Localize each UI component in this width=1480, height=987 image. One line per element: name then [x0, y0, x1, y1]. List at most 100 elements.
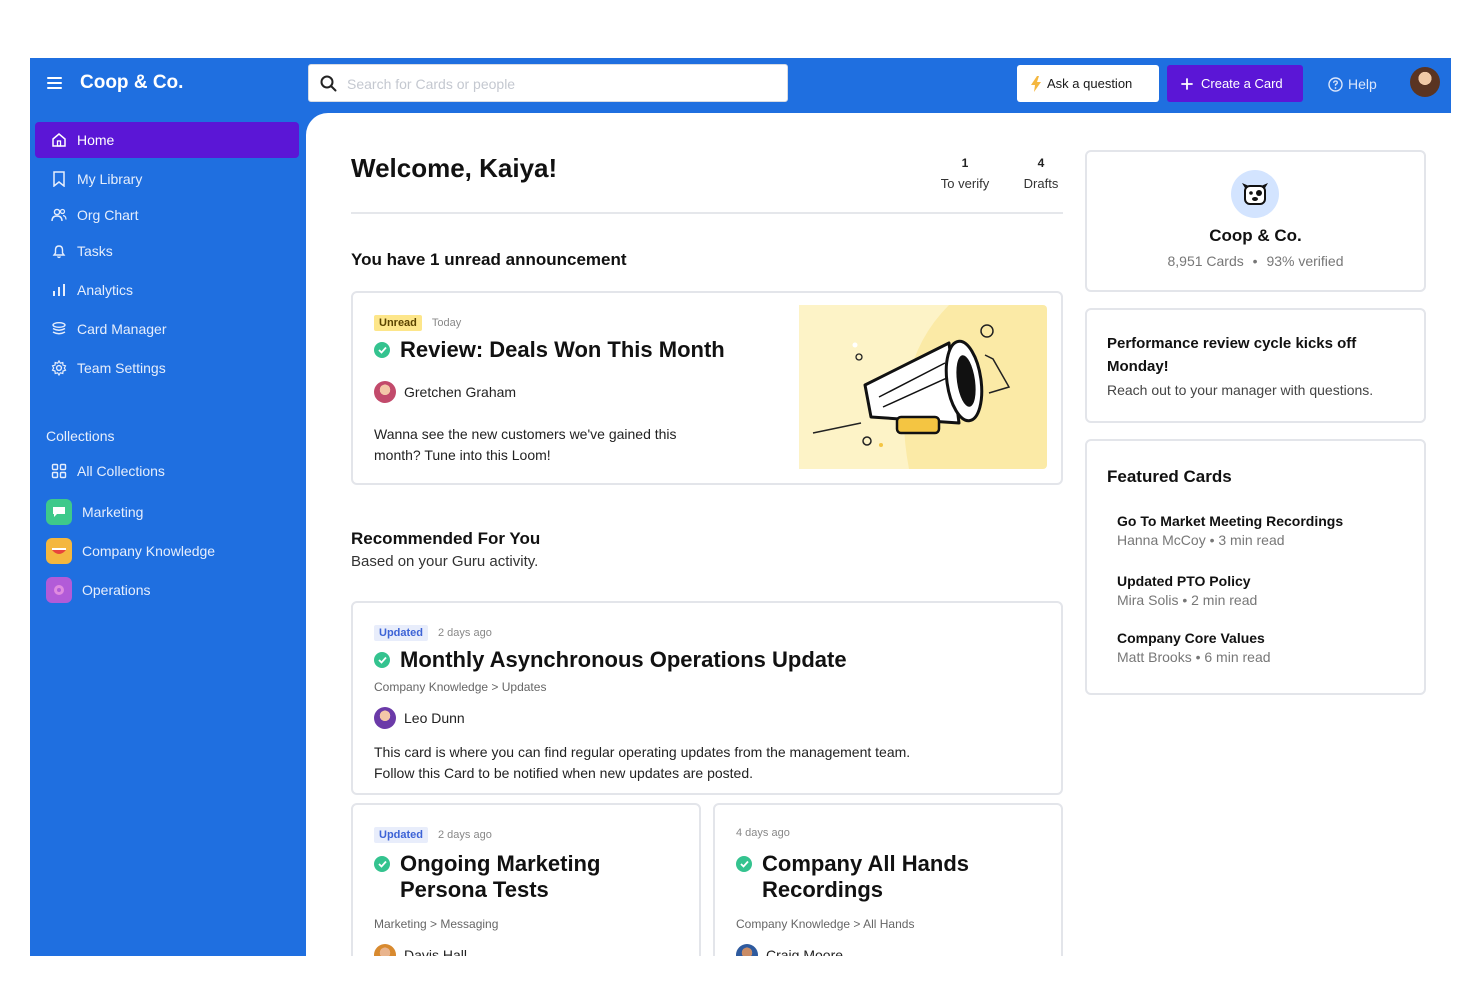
sidebar-item-analytics[interactable]: Analytics [35, 272, 299, 308]
create-card-label: Create a Card [1201, 76, 1283, 91]
search-icon [320, 75, 337, 92]
card-time: 2 days ago [438, 829, 492, 841]
card-title-line: Ongoing Marketing [400, 851, 601, 876]
menu-icon[interactable] [47, 77, 62, 89]
org-name: Coop & Co. [1209, 226, 1302, 245]
grid-icon [51, 463, 67, 479]
author-name: Davis Hall [404, 947, 468, 956]
bookmark-icon [51, 171, 67, 187]
card-title-line: Company All Hands [762, 851, 969, 876]
sidebar-item-label: Analytics [77, 282, 134, 298]
card-meta: Updated 2 days ago [374, 827, 492, 843]
sidebar-item-card-manager[interactable]: Card Manager [35, 311, 299, 347]
plus-icon [1181, 77, 1193, 90]
sidebar-item-all-collections[interactable]: All Collections [35, 453, 299, 489]
featured-card-meta: Hanna McCoy • 3 min read [1117, 532, 1285, 548]
announcement-banner-body: Reach out to your manager with questions… [1107, 382, 1374, 398]
sidebar-item-label: My Library [77, 171, 143, 187]
verified-check-icon [374, 856, 390, 872]
card-time: 4 days ago [736, 827, 790, 839]
sidebar-item-home[interactable]: Home [35, 122, 299, 158]
dog-icon [1242, 183, 1268, 205]
card-meta: 4 days ago [736, 827, 790, 839]
card-meta: Updated 2 days ago [374, 625, 492, 641]
author-name: Gretchen Graham [404, 384, 517, 400]
author-avatar [736, 944, 758, 956]
recommended-card[interactable]: Updated 2 days ago Monthly Asynchronous … [351, 601, 1063, 795]
ask-question-button[interactable]: Ask a question [1017, 65, 1159, 102]
announcement-heading: You have 1 unread announcement [351, 250, 627, 269]
sidebar-item-org-chart[interactable]: Org Chart [35, 197, 299, 233]
stat-label: To verify [940, 176, 990, 191]
card-title[interactable]: Review: Deals Won This Month [374, 337, 725, 363]
card-title-text: Company All Hands Recordings [762, 851, 969, 903]
verified-check-icon [736, 856, 752, 872]
sidebar-item-team-settings[interactable]: Team Settings [35, 350, 299, 386]
featured-cards-heading: Featured Cards [1107, 467, 1232, 486]
gear-icon [51, 360, 67, 376]
card-title-text: Ongoing Marketing Persona Tests [400, 851, 600, 903]
org-card[interactable]: Coop & Co. 8,951 Cards • 93% verified [1085, 150, 1426, 292]
featured-card-meta: Mira Solis • 2 min read [1117, 592, 1258, 608]
sidebar-item-label: Team Settings [77, 360, 166, 376]
card-breadcrumb[interactable]: Company Knowledge > Updates [374, 680, 546, 694]
card-title[interactable]: Company All Hands Recordings [736, 851, 969, 903]
announcement-card[interactable]: Unread Today Review: Deals Won This Mont… [351, 291, 1063, 485]
featured-card-title: Go To Market Meeting Recordings [1117, 513, 1344, 529]
card-title[interactable]: Ongoing Marketing Persona Tests [374, 851, 600, 903]
card-breadcrumb[interactable]: Company Knowledge > All Hands [736, 917, 914, 931]
sidebar-item-label: Operations [82, 582, 151, 598]
sidebar-item-operations[interactable]: Operations [35, 572, 299, 608]
search-box[interactable] [308, 64, 788, 102]
megaphone-illustration [799, 305, 1047, 469]
featured-cards-panel: Featured Cards Go To Market Meeting Reco… [1085, 439, 1426, 695]
user-avatar[interactable] [1410, 67, 1440, 97]
sidebar-item-label: Tasks [77, 243, 113, 259]
sidebar-item-company-knowledge[interactable]: Company Knowledge [35, 533, 299, 569]
sidebar-item-my-library[interactable]: My Library [35, 161, 299, 197]
card-description-line: This card is where you can find regular … [374, 744, 911, 760]
recommended-card[interactable]: 4 days ago Company All Hands Recordings C… [713, 803, 1063, 956]
card-author[interactable]: Gretchen Graham [374, 381, 516, 403]
app-window: Coop & Co. Ask a question Create a Card … [30, 58, 1451, 956]
header-divider [351, 212, 1063, 214]
page-title: Welcome, Kaiya! [351, 153, 558, 183]
card-description: This card is where you can find regular … [374, 742, 910, 784]
stat-drafts[interactable]: 4 Drafts [1018, 156, 1064, 191]
create-card-button[interactable]: Create a Card [1167, 65, 1303, 102]
featured-card-item[interactable]: Updated PTO Policy Mira Solis • 2 min re… [1117, 573, 1257, 608]
sidebar-item-label: Org Chart [77, 207, 139, 223]
card-author[interactable]: Craig Moore [736, 944, 843, 956]
sidebar-item-label: Card Manager [77, 321, 167, 337]
org-stats: 8,951 Cards • 93% verified [1087, 253, 1424, 269]
verified-check-icon [374, 342, 390, 358]
sidebar-item-marketing[interactable]: Marketing [35, 494, 299, 530]
card-breadcrumb[interactable]: Marketing > Messaging [374, 917, 498, 931]
author-avatar [374, 944, 396, 956]
help-button[interactable]: Help [1328, 76, 1377, 92]
stat-value: 4 [1037, 156, 1045, 170]
sidebar-item-tasks[interactable]: Tasks [35, 233, 299, 269]
featured-card-meta: Matt Brooks • 6 min read [1117, 649, 1271, 665]
author-name: Leo Dunn [404, 710, 465, 726]
stat-to-verify[interactable]: 1 To verify [936, 156, 994, 191]
card-title-line: Persona Tests [400, 877, 549, 902]
people-icon [51, 207, 67, 223]
stack-icon [51, 321, 67, 337]
recommended-card[interactable]: Updated 2 days ago Ongoing Marketing Pers… [351, 803, 701, 956]
org-logo [1231, 170, 1279, 218]
card-author[interactable]: Davis Hall [374, 944, 467, 956]
sidebar-item-label: Home [77, 132, 115, 148]
sidebar-item-label: All Collections [77, 463, 165, 479]
collections-heading: Collections [46, 428, 115, 444]
org-card-count: 8,951 Cards [1167, 253, 1244, 269]
stat-value: 1 [961, 156, 969, 170]
featured-card-item[interactable]: Company Core Values Matt Brooks • 6 min … [1117, 630, 1271, 665]
featured-card-item[interactable]: Go To Market Meeting Recordings Hanna Mc… [1117, 513, 1343, 548]
card-title-line: Recordings [762, 877, 884, 902]
announcement-banner-card[interactable]: Performance review cycle kicks off Monda… [1085, 308, 1426, 423]
search-input[interactable] [347, 71, 777, 97]
brand-name[interactable]: Coop & Co. [80, 72, 183, 94]
card-author[interactable]: Leo Dunn [374, 707, 465, 729]
card-title[interactable]: Monthly Asynchronous Operations Update [374, 647, 847, 673]
